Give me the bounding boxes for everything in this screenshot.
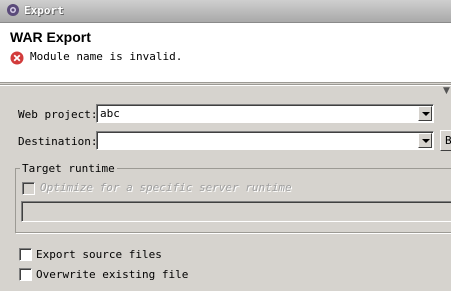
- target-runtime-legend: Target runtime: [20, 162, 117, 175]
- banner-separator: [0, 84, 451, 86]
- export-source-label: Export source files: [36, 248, 162, 261]
- web-project-label: Web project:: [18, 108, 98, 121]
- chevron-down-icon: ▼: [443, 86, 450, 96]
- eclipse-gear-icon: [7, 4, 19, 16]
- runtime-combo[interactable]: [21, 201, 451, 222]
- overwrite-label: Overwrite existing file: [36, 268, 189, 281]
- dialog-banner: WAR Export Module name is invalid. ▼: [0, 23, 451, 96]
- title-bar: Export: [0, 0, 451, 23]
- destination-label: Destination:: [18, 135, 98, 148]
- optimize-label: Optimize for a specific server runtime: [40, 181, 292, 194]
- overwrite-checkbox[interactable]: [19, 268, 32, 281]
- chevron-down-icon[interactable]: [418, 106, 432, 121]
- window-title: Export: [24, 4, 64, 17]
- optimize-checkbox[interactable]: [22, 182, 35, 195]
- chevron-down-icon[interactable]: [418, 133, 432, 148]
- error-icon: [10, 51, 24, 65]
- error-message: Module name is invalid.: [30, 50, 183, 63]
- web-project-combo[interactable]: abc: [96, 104, 434, 123]
- destination-combo[interactable]: [96, 131, 434, 150]
- export-source-checkbox[interactable]: [19, 248, 32, 261]
- page-title: WAR Export: [10, 29, 91, 45]
- web-project-value: abc: [100, 107, 120, 120]
- browse-button[interactable]: B: [440, 130, 451, 151]
